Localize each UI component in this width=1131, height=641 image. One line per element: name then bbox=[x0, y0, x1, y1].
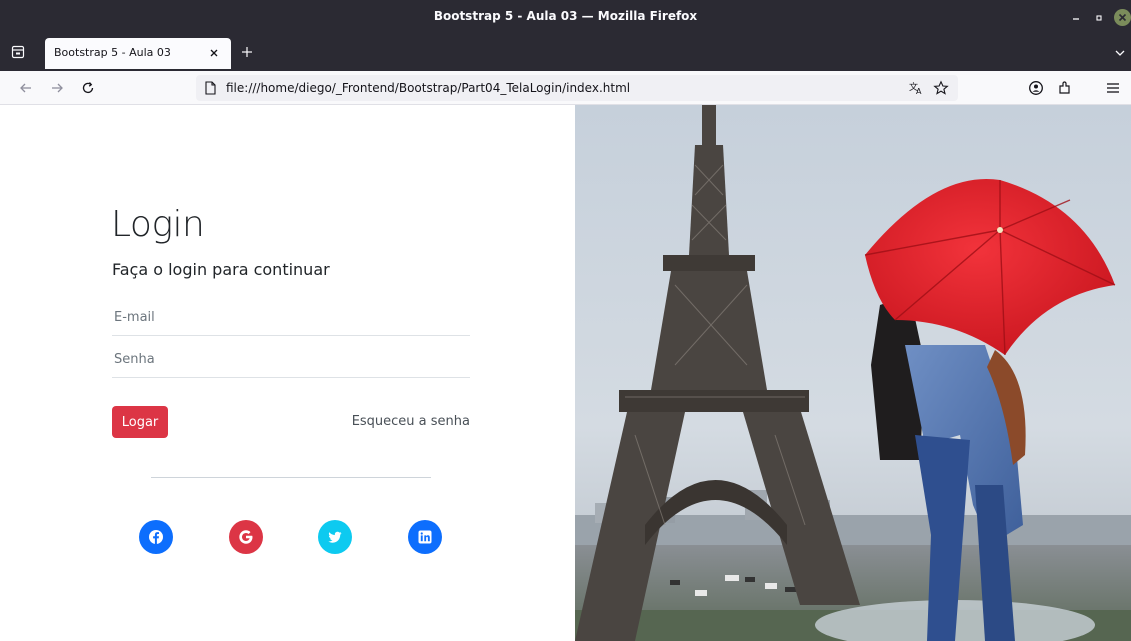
tab-label: Bootstrap 5 - Aula 03 bbox=[54, 46, 171, 59]
close-tab-icon[interactable] bbox=[207, 46, 221, 60]
tab-bootstrap-aula03[interactable]: Bootstrap 5 - Aula 03 bbox=[45, 38, 231, 69]
minimize-icon[interactable] bbox=[1068, 10, 1084, 26]
facebook-icon bbox=[149, 530, 163, 544]
translate-icon[interactable]: 文 A bbox=[908, 80, 924, 96]
twitter-icon bbox=[328, 531, 342, 543]
facebook-button[interactable] bbox=[139, 520, 173, 554]
linkedin-icon bbox=[418, 530, 432, 544]
reload-icon[interactable] bbox=[80, 80, 96, 96]
page-icon bbox=[205, 81, 216, 95]
window-title: Bootstrap 5 - Aula 03 — Mozilla Firefox bbox=[433, 9, 698, 23]
extensions-icon[interactable] bbox=[1057, 80, 1073, 96]
account-icon[interactable] bbox=[1028, 80, 1044, 96]
email-input[interactable] bbox=[112, 300, 470, 336]
page-content: Login Faça o login para continuar Logar … bbox=[0, 105, 1131, 641]
tab-strip: Bootstrap 5 - Aula 03 bbox=[0, 36, 1131, 71]
url-text[interactable]: file:///home/diego/_Frontend/Bootstrap/P… bbox=[226, 81, 630, 95]
forgot-password-link[interactable]: Esqueceu a senha bbox=[352, 414, 470, 429]
back-arrow-icon[interactable] bbox=[18, 80, 34, 96]
hero-image bbox=[575, 105, 1131, 641]
navigation-toolbar: file:///home/diego/_Frontend/Bootstrap/P… bbox=[0, 71, 1131, 105]
twitter-button[interactable] bbox=[318, 520, 352, 554]
google-button[interactable] bbox=[229, 520, 263, 554]
address-bar[interactable]: file:///home/diego/_Frontend/Bootstrap/P… bbox=[196, 75, 958, 101]
login-title: Login bbox=[111, 204, 205, 245]
window-close-icon[interactable] bbox=[1114, 9, 1131, 26]
firefox-view-icon[interactable] bbox=[10, 44, 26, 60]
window-titlebar: Bootstrap 5 - Aula 03 — Mozilla Firefox bbox=[0, 0, 1131, 36]
login-subtitle: Faça o login para continuar bbox=[112, 260, 330, 279]
google-icon bbox=[239, 530, 253, 544]
hamburger-menu-icon[interactable] bbox=[1105, 80, 1121, 96]
svg-text:A: A bbox=[916, 87, 922, 96]
forward-arrow-icon[interactable] bbox=[49, 80, 65, 96]
divider bbox=[151, 477, 431, 478]
password-input[interactable] bbox=[112, 342, 470, 378]
new-tab-icon[interactable] bbox=[240, 45, 254, 59]
list-all-tabs-icon[interactable] bbox=[1113, 46, 1127, 60]
linkedin-button[interactable] bbox=[408, 520, 442, 554]
bookmark-star-icon[interactable] bbox=[933, 80, 949, 96]
login-button[interactable]: Logar bbox=[112, 406, 168, 438]
maximize-icon[interactable] bbox=[1091, 10, 1107, 26]
